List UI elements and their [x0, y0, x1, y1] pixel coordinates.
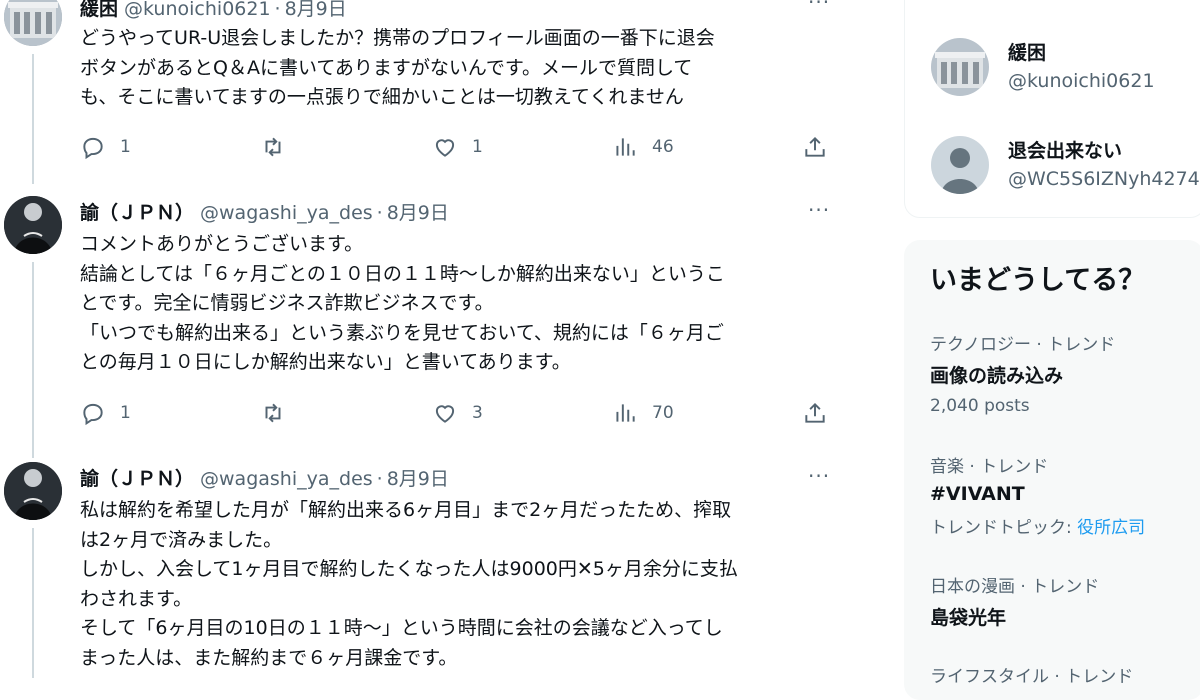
tweet[interactable]: 緩困 @kunoichi0621 · 8月9日 ··· どうやってUR-U退会しました… [0, 0, 860, 184]
trend-item[interactable]: 日本の漫画 · トレンド 島袋光年 [930, 572, 1200, 630]
tweet-text: コメントありがとうございます。 結論としては「６ヶ月ごとの１０日の１１時〜しか解… [80, 233, 725, 373]
avatar[interactable] [4, 196, 62, 254]
like-icon [435, 405, 455, 423]
trend-category: テクノロジー · トレンド [930, 335, 1116, 355]
tweet[interactable]: 諭（ＪＰＮ） @wagashi_ya_des · 8月9日 ··· 私は解約を希望した… [0, 462, 860, 678]
tweet-header: 諭（ＪＰＮ） @wagashi_ya_des · 8月9日 [80, 468, 449, 490]
suggested-handle[interactable]: @kunoichi0621 [1008, 70, 1155, 92]
share-icon [805, 136, 825, 157]
trend-title: 画像の読み込み [930, 365, 1064, 387]
suggested-account[interactable]: 退会出来ない @WC5S6IZNyh4274 [931, 136, 1200, 196]
tweet-header: 諭（ＪＰＮ） @wagashi_ya_des · 8月9日 [80, 202, 449, 224]
reply-button[interactable]: 1 [80, 132, 131, 162]
share-button[interactable] [802, 398, 828, 428]
views-count: 70 [652, 403, 674, 423]
views-icon [616, 404, 635, 422]
more-icon[interactable]: ··· [808, 0, 830, 14]
trend-category: 日本の漫画 · トレンド [930, 577, 1100, 597]
trend-title: 島袋光年 [930, 607, 1007, 629]
views-icon [616, 138, 635, 156]
retweet-icon [265, 137, 281, 157]
suggested-account[interactable]: 緩困 @kunoichi0621 [931, 38, 1200, 98]
default-avatar-icon[interactable] [931, 136, 989, 194]
tweet-header: 緩困 @kunoichi0621 · 8月9日 [80, 0, 347, 20]
author-handle[interactable]: @kunoichi0621 [124, 0, 271, 20]
tweet-actions: 1 1 46 [80, 132, 840, 162]
trend-topic-label: トレンドトピック: [930, 518, 1078, 538]
tweet-date[interactable]: 8月9日 [387, 468, 449, 490]
like-button[interactable]: 1 [432, 132, 483, 162]
views-button[interactable]: 46 [612, 132, 674, 162]
trends-panel: いまどうしてる？ テクノロジー · トレンド 画像の読み込み 2,040 pos… [904, 240, 1200, 700]
avatar[interactable] [4, 0, 62, 46]
reply-count: 1 [120, 137, 131, 157]
reply-count: 1 [120, 403, 131, 423]
suggested-name[interactable]: 退会出来ない [1008, 136, 1122, 163]
tweet-actions: 1 3 70 [80, 398, 840, 428]
avatar[interactable] [4, 462, 62, 520]
author-name[interactable]: 諭（ＪＰＮ） [80, 468, 194, 490]
author-name[interactable]: 諭（ＪＰＮ） [80, 202, 194, 224]
views-button[interactable]: 70 [612, 398, 674, 428]
author-handle[interactable]: @wagashi_ya_des [200, 202, 373, 224]
tweet-feed: 緩困 @kunoichi0621 · 8月9日 ··· どうやってUR-U退会しました… [0, 0, 860, 678]
like-count: 3 [472, 403, 483, 423]
tweet-text: どうやってUR-U退会しましたか？携帯のプロフィール画面の一番下に退会 ボタンが… [80, 27, 715, 108]
share-icon [805, 402, 825, 423]
trend-item[interactable]: 音楽 · トレンド #VIVANT トレンドトピック: 役所広司 [930, 452, 1200, 538]
tweet-date[interactable]: 8月9日 [387, 202, 449, 224]
trend-post-count: 2,040 posts [930, 396, 1030, 416]
retweet-button[interactable] [260, 398, 300, 428]
suggested-handle[interactable]: @WC5S6IZNyh4274 [1008, 168, 1200, 190]
reply-icon [83, 403, 103, 426]
views-count: 46 [652, 137, 674, 157]
suggested-name[interactable]: 緩困 [1008, 38, 1046, 65]
tweet-text: 私は解約を希望した月が「解約出来る6ヶ月目」まで2ヶ月だったため、搾取 は2ヶ月… [80, 499, 738, 669]
trend-category: 音楽 · トレンド [930, 457, 1049, 477]
retweet-button[interactable] [260, 132, 300, 162]
share-button[interactable] [802, 132, 828, 162]
like-icon [435, 139, 455, 157]
thread-line [32, 528, 34, 678]
avatar[interactable] [931, 38, 989, 96]
reply-icon [83, 137, 103, 160]
thread-line [32, 262, 34, 458]
trends-title: いまどうしてる？ [930, 265, 1146, 296]
trend-item[interactable]: テクノロジー · トレンド 画像の読み込み 2,040 posts [930, 330, 1200, 416]
author-name[interactable]: 緩困 [80, 0, 118, 20]
thread-line [32, 54, 34, 184]
like-button[interactable]: 3 [432, 398, 483, 428]
retweet-icon [265, 403, 281, 423]
more-icon[interactable]: ··· [808, 464, 830, 488]
trend-topic-link[interactable]: 役所広司 [1077, 518, 1145, 538]
right-sidebar: 緩困 @kunoichi0621 退会出来ない @WC5S6IZNyh4274 … [904, 0, 1200, 700]
trend-topic: トレンドトピック: 役所広司 [930, 513, 1200, 538]
author-handle[interactable]: @wagashi_ya_des [200, 468, 373, 490]
trend-title: #VIVANT [930, 483, 1025, 505]
tweet[interactable]: 諭（ＪＰＮ） @wagashi_ya_des · 8月9日 ··· コメントありがとう… [0, 196, 860, 458]
tweet-date[interactable]: 8月9日 [285, 0, 347, 20]
like-count: 1 [472, 137, 483, 157]
more-icon[interactable]: ··· [808, 198, 830, 222]
reply-button[interactable]: 1 [80, 398, 131, 428]
who-to-follow-card: 緩困 @kunoichi0621 退会出来ない @WC5S6IZNyh4274 [904, 0, 1200, 218]
